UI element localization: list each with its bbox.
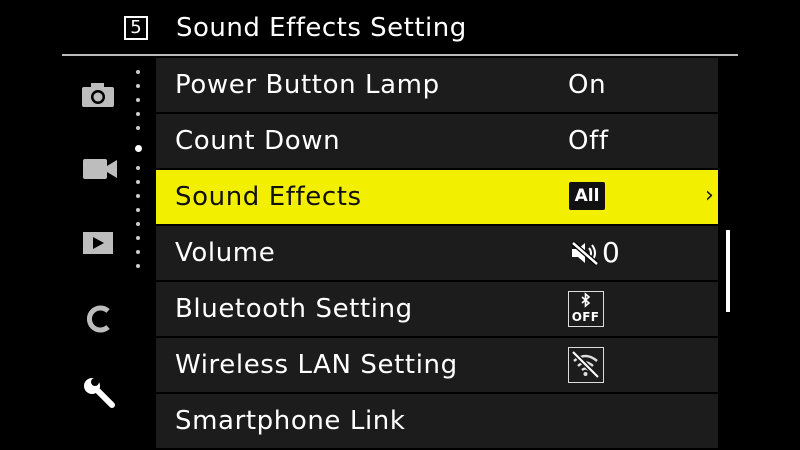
wrench-icon[interactable] [80, 376, 120, 416]
menu-item-volume[interactable]: Volume 0 [156, 226, 718, 280]
camera-icon[interactable] [80, 80, 118, 114]
scrollbar-thumb[interactable] [726, 230, 730, 312]
page-dot [136, 98, 140, 102]
page-dot [136, 180, 140, 184]
menu-item-sound-effects[interactable]: Sound Effects All › [156, 170, 718, 224]
menu-item-wireless-lan-setting[interactable]: Wireless LAN Setting [156, 338, 718, 392]
page-dot [136, 236, 140, 240]
page-number-badge: 5 [124, 16, 148, 40]
chevron-right-icon: › [705, 183, 714, 208]
page-dot [136, 166, 140, 170]
video-camera-icon[interactable] [80, 154, 120, 188]
page-dot [136, 112, 140, 116]
menu-item-label: Bluetooth Setting [175, 294, 413, 324]
wifi-off-icon [568, 347, 604, 383]
bluetooth-status-text: OFF [571, 310, 600, 324]
menu-item-label: Count Down [175, 126, 341, 156]
custom-c-icon[interactable] [80, 302, 118, 340]
page-dot [136, 70, 140, 74]
menu-item-value: Off [568, 126, 609, 156]
page-title: Sound Effects Setting [176, 13, 467, 43]
page-dot [136, 264, 140, 268]
page-dot [136, 208, 140, 212]
page-dot [136, 84, 140, 88]
menu-item-value: On [568, 70, 607, 100]
speaker-muted-icon [570, 240, 600, 270]
volume-value: 0 [602, 236, 620, 269]
menu-item-label: Wireless LAN Setting [175, 350, 458, 380]
page-dot [136, 194, 140, 198]
menu-item-bluetooth-setting[interactable]: Bluetooth Setting OFF [156, 282, 718, 336]
page-dot [136, 222, 140, 226]
menu-item-label: Power Button Lamp [175, 70, 440, 100]
title-divider [62, 54, 738, 56]
menu-item-label: Volume [175, 238, 276, 268]
menu-item-label: Sound Effects [175, 182, 362, 212]
menu-item-power-button-lamp[interactable]: Power Button Lamp On [156, 58, 718, 112]
bluetooth-icon: OFF [568, 291, 604, 327]
header-bar: 5 Sound Effects Setting [0, 0, 800, 56]
page-dot [136, 250, 140, 254]
menu-item-label: Smartphone Link [175, 406, 406, 436]
sound-effects-value-badge: All [569, 182, 605, 210]
play-icon[interactable] [80, 228, 118, 262]
page-dot [136, 126, 140, 130]
page-dot-active [135, 145, 142, 152]
menu-item-smartphone-link[interactable]: Smartphone Link [156, 394, 718, 448]
menu-item-count-down[interactable]: Count Down Off [156, 114, 718, 168]
